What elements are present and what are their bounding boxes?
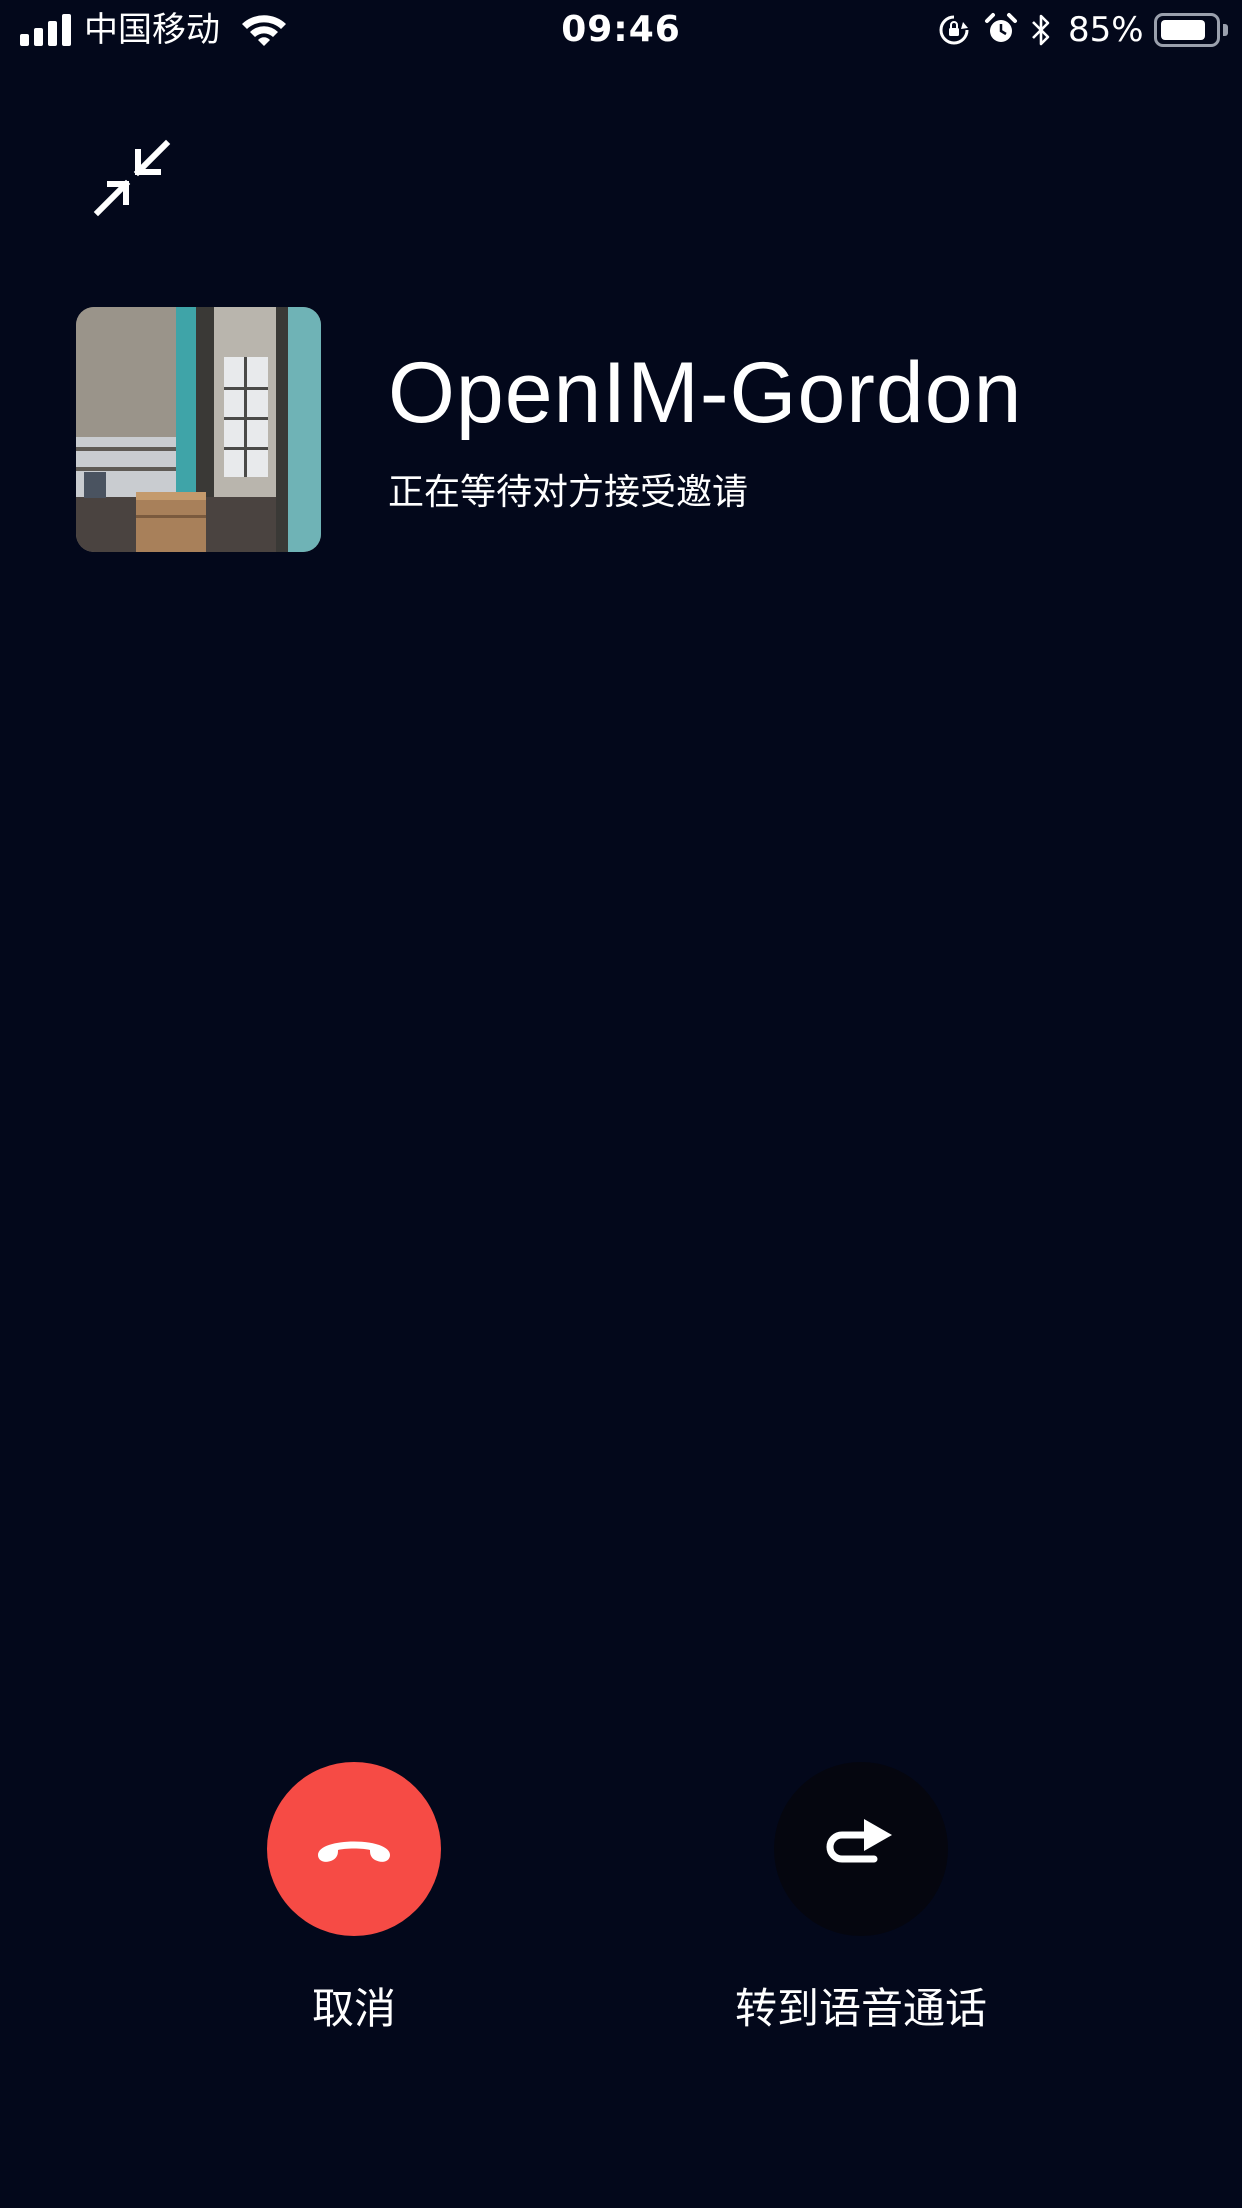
battery-fill [1161,20,1205,40]
bluetooth-icon [1032,14,1050,46]
hang-up-icon [318,1841,390,1862]
cancel-call-button[interactable] [267,1762,441,1936]
alarm-icon [985,13,1017,42]
status-time: 09:46 [561,9,681,50]
rotation-lock-icon [939,15,969,45]
switch-arrow-icon [826,1819,892,1863]
cancel-call-action: 取消 [134,1762,574,2052]
switch-to-voice-action: 转到语音通话 [641,1762,1081,2052]
call-status-text: 正在等待对方接受邀请 [388,472,749,513]
switch-to-voice-button[interactable] [774,1762,948,1936]
switch-to-voice-label: 转到语音通话 [734,1984,987,2033]
battery-percent: 85% [1068,10,1144,50]
cancel-label: 取消 [311,1984,396,2033]
caller-avatar [76,307,321,552]
video-call-screen: 中国移动 09:46 85% OpenIM-Gordon 正在等待对方接受邀请 … [0,0,1242,2208]
minimize-icon[interactable] [88,134,180,226]
battery-nub [1223,24,1228,36]
caller-name: OpenIM-Gordon [388,345,1023,441]
battery-icon [1154,13,1220,47]
status-bar: 中国移动 09:46 85% [0,0,1242,62]
avatar-image [76,307,321,552]
